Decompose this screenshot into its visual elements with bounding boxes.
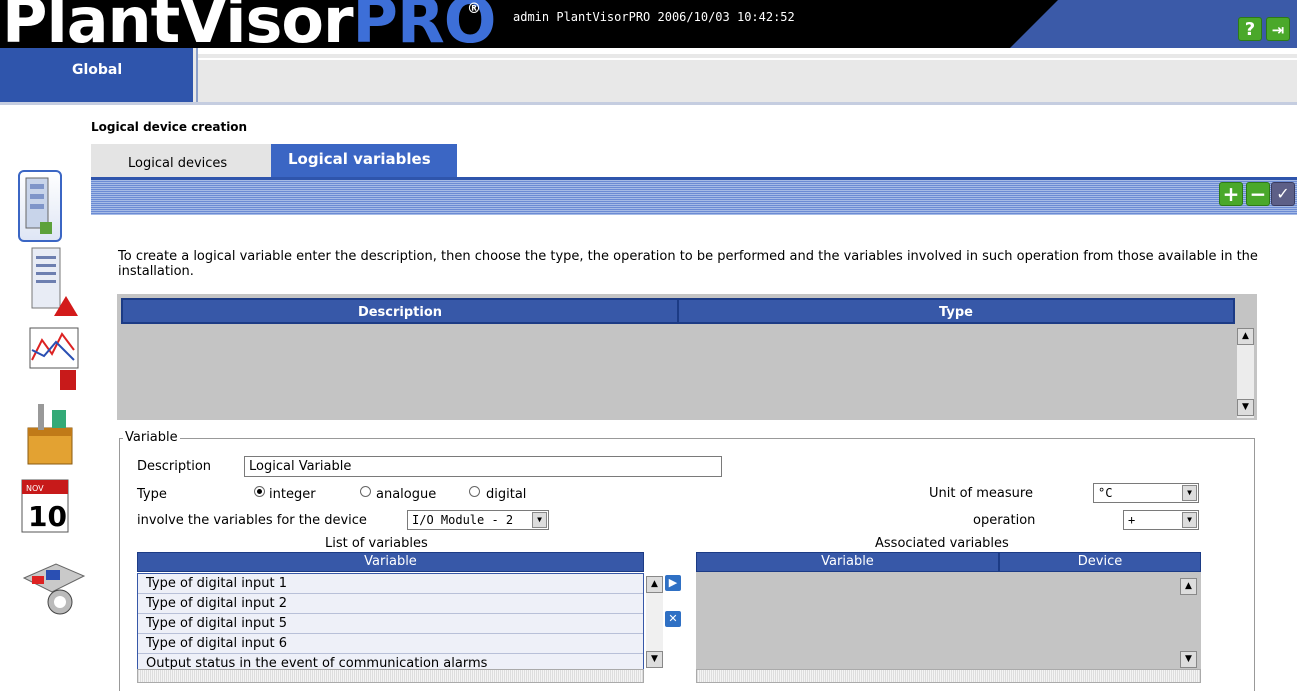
layout-monitor-icon[interactable] — [16, 548, 88, 622]
logical-device-icon[interactable] — [18, 170, 62, 242]
list-item[interactable]: Type of digital input 6 — [138, 634, 643, 654]
nav-divider — [196, 48, 198, 105]
list-item[interactable]: Type of digital input 5 — [138, 614, 643, 634]
device-label: involve the variables for the device — [137, 513, 367, 528]
tab-logical-devices[interactable]: Logical devices — [91, 144, 271, 177]
chevron-down-icon: ▼ — [532, 512, 547, 528]
list-item[interactable]: Type of digital input 2 — [138, 594, 643, 614]
type-label: Type — [137, 487, 167, 502]
tools-box-icon[interactable] — [16, 398, 86, 470]
logo-text: PlantVisor — [2, 0, 354, 48]
toolbar-band — [91, 177, 1297, 215]
assoc-column-device[interactable]: Device — [999, 552, 1201, 572]
unit-of-measure-select[interactable]: °C ▼ — [1093, 483, 1199, 503]
associated-variables-title: Associated variables — [875, 536, 1009, 551]
unit-of-measure-value: °C — [1098, 486, 1113, 500]
device-select[interactable]: I/O Module - 2 ▼ — [407, 510, 549, 530]
column-header-type[interactable]: Type — [677, 298, 1235, 324]
scroll-up-icon[interactable]: ▲ — [1180, 578, 1197, 595]
logout-icon[interactable]: ⇥ — [1266, 17, 1290, 41]
scroll-down-icon[interactable]: ▼ — [646, 651, 663, 668]
description-label: Description — [137, 459, 212, 474]
add-variable-arrow-icon[interactable]: ▶ — [665, 575, 681, 591]
assoc-hscrollbar[interactable] — [696, 669, 1201, 683]
list-scrollbar[interactable] — [646, 593, 663, 653]
app-logo: PlantVisorPRO ® — [2, 0, 496, 48]
logo-registered-mark: ® — [467, 1, 481, 17]
operation-label: operation — [973, 513, 1036, 528]
type-integer-label: integer — [269, 487, 316, 502]
scroll-down-icon[interactable]: ▼ — [1180, 651, 1197, 668]
scroll-up-icon[interactable]: ▲ — [646, 576, 663, 593]
global-nav-bar: Global — [0, 48, 1297, 105]
svg-text:10: 10 — [28, 500, 67, 533]
graph-icon[interactable] — [16, 320, 88, 394]
description-input[interactable]: Logical Variable — [244, 456, 722, 477]
unit-of-measure-label: Unit of measure — [929, 486, 1033, 501]
app-header: PlantVisorPRO ® admin PlantVisorPRO 2006… — [0, 0, 1297, 48]
global-tab[interactable]: Global — [0, 48, 193, 102]
column-header-description[interactable]: Description — [121, 298, 679, 324]
type-integer-radio[interactable] — [254, 486, 265, 497]
variables-list[interactable]: Type of digital input 1 Type of digital … — [137, 573, 644, 676]
type-digital-radio[interactable] — [469, 486, 480, 497]
list-column-variable[interactable]: Variable — [137, 552, 644, 572]
svg-text:NOV: NOV — [26, 484, 44, 493]
alarm-report-icon[interactable] — [16, 244, 86, 318]
calendar-icon[interactable]: NOV 10 — [18, 472, 74, 536]
variable-legend: Variable — [123, 430, 180, 445]
operation-value: + — [1128, 513, 1136, 527]
scroll-down-icon[interactable]: ▼ — [1237, 399, 1254, 416]
session-info: admin PlantVisorPRO 2006/10/03 10:42:52 — [513, 10, 795, 24]
remove-variable-icon[interactable]: ✕ — [665, 611, 681, 627]
chevron-down-icon: ▼ — [1182, 512, 1197, 528]
associated-variables-list[interactable] — [696, 572, 1201, 682]
scroll-up-icon[interactable]: ▲ — [1237, 328, 1254, 345]
confirm-icon[interactable]: ✓ — [1271, 182, 1295, 206]
tab-logical-variables[interactable]: Logical variables — [271, 144, 457, 177]
device-value: I/O Module - 2 — [412, 513, 514, 527]
type-digital-label: digital — [486, 487, 527, 502]
list-hscrollbar[interactable] — [137, 669, 644, 683]
nav-strip-line — [196, 58, 1297, 60]
help-icon[interactable]: ? — [1238, 17, 1262, 41]
chevron-down-icon: ▼ — [1182, 485, 1197, 501]
list-item[interactable]: Type of digital input 1 — [138, 574, 643, 594]
nav-strip — [196, 48, 1297, 54]
type-analogue-radio[interactable] — [360, 486, 371, 497]
type-analogue-label: analogue — [376, 487, 437, 502]
instructions-text: To create a logical variable enter the d… — [118, 249, 1258, 279]
remove-icon[interactable]: − — [1246, 182, 1270, 206]
page-title: Logical device creation — [91, 120, 248, 134]
add-icon[interactable]: + — [1219, 182, 1243, 206]
nav-underline — [0, 102, 1297, 105]
list-of-variables-title: List of variables — [325, 536, 428, 551]
assoc-column-variable[interactable]: Variable — [696, 552, 999, 572]
operation-select[interactable]: + ▼ — [1123, 510, 1199, 530]
